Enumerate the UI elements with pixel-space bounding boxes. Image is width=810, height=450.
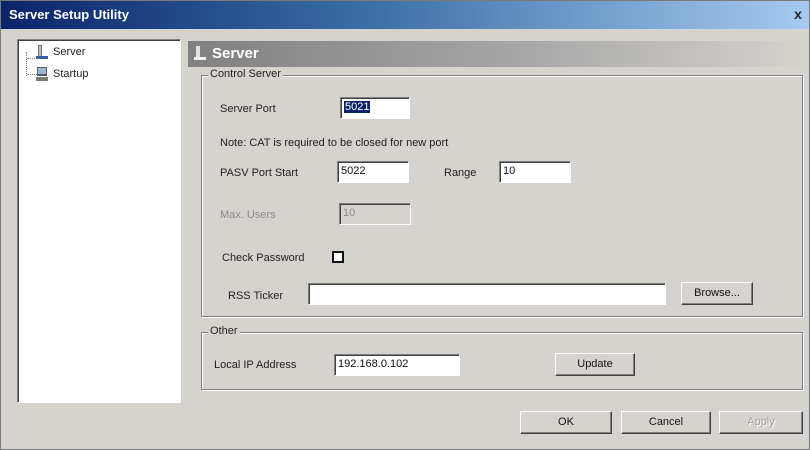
browse-button[interactable]: Browse...	[681, 282, 753, 305]
startup-icon	[36, 67, 48, 81]
window-title: Server Setup Utility	[9, 7, 129, 22]
close-icon[interactable]: x	[790, 6, 806, 22]
server-setup-window: Server Setup Utility x Server Startup Se…	[0, 0, 810, 450]
update-button[interactable]: Update	[555, 353, 635, 376]
max-users-input: 10	[339, 203, 411, 225]
cancel-button[interactable]: Cancel	[621, 411, 711, 434]
check-password-checkbox[interactable]	[332, 251, 344, 263]
server-icon	[194, 46, 206, 60]
other-legend: Other	[208, 325, 240, 337]
server-port-label: Server Port	[220, 103, 276, 115]
server-port-input[interactable]: 5021	[340, 97, 410, 119]
tree-item-startup-label: Startup	[53, 68, 89, 80]
tree-item-server-label: Server	[53, 46, 86, 58]
rss-ticker-input[interactable]	[308, 283, 666, 305]
control-server-legend: Control Server	[208, 68, 283, 80]
range-label: Range	[444, 167, 477, 179]
tree-item-server[interactable]: Server	[36, 44, 85, 60]
apply-button: Apply	[719, 411, 803, 434]
section-header: Server	[188, 41, 809, 67]
settings-tree: Server Startup	[17, 39, 181, 403]
server-icon	[36, 45, 48, 59]
server-port-value: 5021	[344, 101, 371, 113]
check-password-label: Check Password	[222, 252, 305, 264]
ok-button[interactable]: OK	[520, 411, 612, 434]
rss-ticker-label: RSS Ticker	[228, 290, 284, 302]
range-input[interactable]: 10	[499, 161, 571, 183]
tree-item-startup[interactable]: Startup	[36, 66, 88, 82]
pasv-port-start-input[interactable]: 5022	[337, 161, 409, 183]
local-ip-label: Local IP Address	[214, 359, 297, 371]
local-ip-input[interactable]: 192.168.0.102	[334, 354, 460, 376]
pasv-port-start-label: PASV Port Start	[220, 167, 299, 179]
control-server-group: Control Server	[201, 68, 803, 317]
title-bar[interactable]: Server Setup Utility x	[1, 1, 809, 29]
max-users-label: Max. Users	[220, 209, 276, 221]
port-change-note: Note: CAT is required to be closed for n…	[220, 137, 449, 149]
section-title: Server	[212, 45, 259, 62]
